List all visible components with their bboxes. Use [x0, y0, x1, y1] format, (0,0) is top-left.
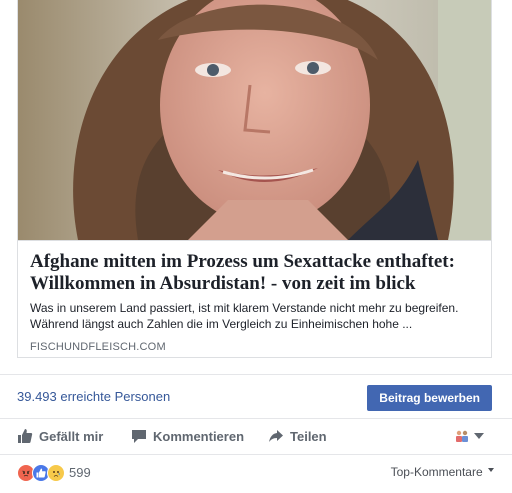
sad-reaction-icon — [47, 464, 65, 482]
link-domain: FISCHUNDFLEISCH.COM — [30, 341, 166, 353]
link-text-block[interactable]: Afghane mitten im Prozess um Sexattacke … — [18, 240, 491, 357]
link-title[interactable]: Afghane mitten im Prozess um Sexattacke … — [30, 251, 479, 295]
reaction-icons[interactable] — [17, 464, 65, 482]
article-image[interactable] — [18, 0, 491, 240]
comment-sort-label: Top-Kommentare — [390, 465, 483, 479]
share-label: Teilen — [290, 428, 327, 444]
chevron-down-icon — [474, 433, 484, 439]
post: Afghane mitten im Prozess um Sexattacke … — [0, 0, 512, 493]
boost-post-button[interactable]: Beitrag bewerben — [367, 385, 492, 411]
reactions-row: 599 Top-Kommentare — [0, 455, 512, 493]
stats-bar: 39.493 erreichte Personen Beitrag bewerb… — [0, 374, 512, 419]
comment-label: Kommentieren — [153, 428, 245, 444]
action-bar: Gefällt mir Kommentieren Teilen — [0, 419, 512, 455]
friends-icon — [456, 430, 468, 442]
share-arrow-icon — [269, 430, 283, 442]
audience-selector[interactable] — [454, 430, 484, 442]
comment-button[interactable]: Kommentieren — [131, 428, 244, 444]
reach-count-link[interactable]: 39.493 erreichte Personen — [17, 389, 170, 404]
comment-sort-dropdown[interactable]: Top-Kommentare — [391, 465, 494, 479]
like-label: Gefällt mir — [39, 428, 104, 444]
like-button[interactable]: Gefällt mir — [17, 428, 103, 444]
reaction-count[interactable]: 599 — [69, 465, 91, 480]
thumbs-up-icon — [18, 429, 33, 443]
comment-bubble-icon — [132, 430, 146, 443]
chevron-down-icon — [488, 468, 494, 472]
link-preview-card[interactable]: Afghane mitten im Prozess um Sexattacke … — [17, 0, 492, 358]
link-description: Was in unserem Land passiert, ist mit kl… — [30, 301, 459, 331]
share-button[interactable]: Teilen — [268, 428, 327, 444]
